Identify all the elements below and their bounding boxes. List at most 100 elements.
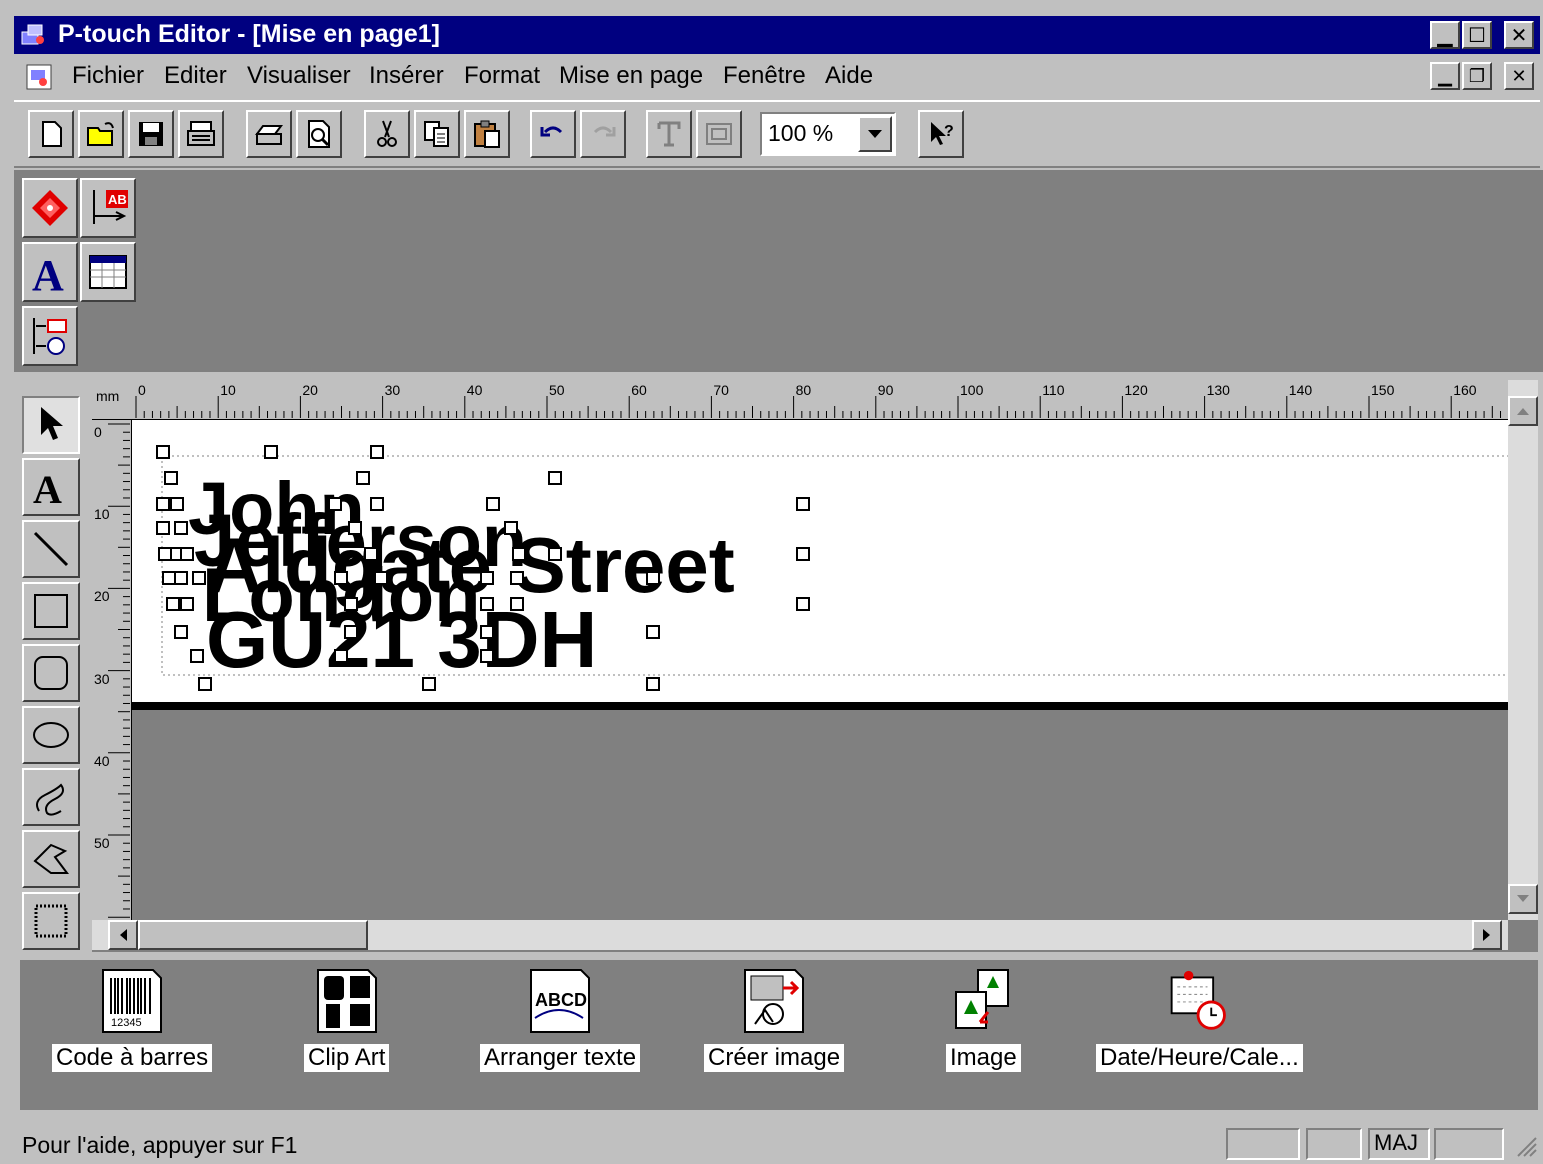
paste-button[interactable] <box>464 110 510 158</box>
menu-visualiser[interactable]: Visualiser <box>247 62 351 90</box>
menu-aide[interactable]: Aide <box>825 62 873 90</box>
frame-tool[interactable] <box>22 892 80 950</box>
vertical-scrollbar[interactable] <box>1508 380 1538 920</box>
selection-handle[interactable] <box>370 445 384 459</box>
doc-restore-button[interactable]: ❐ <box>1462 62 1492 90</box>
frame-button[interactable] <box>696 110 742 158</box>
scroll-left-button[interactable] <box>108 920 138 950</box>
rectangle-tool[interactable] <box>22 582 80 640</box>
menu-mise-en-page[interactable]: Mise en page <box>559 62 703 90</box>
selection-handle[interactable] <box>480 625 494 639</box>
rounded-rectangle-tool[interactable] <box>22 644 80 702</box>
selection-handle[interactable] <box>164 471 178 485</box>
palette-clipart[interactable]: Clip Art <box>304 966 390 1072</box>
selection-handle[interactable] <box>156 497 170 511</box>
selection-handle[interactable] <box>480 649 494 663</box>
selection-handle[interactable] <box>192 571 206 585</box>
selection-handle[interactable] <box>198 677 212 691</box>
print-setup-button[interactable] <box>178 110 224 158</box>
save-button[interactable] <box>128 110 174 158</box>
ellipse-tool[interactable] <box>22 706 80 764</box>
polygon-tool[interactable] <box>22 830 80 888</box>
selection-handle[interactable] <box>548 547 562 561</box>
selection-handle[interactable] <box>180 547 194 561</box>
open-button[interactable] <box>78 110 124 158</box>
selection-handle[interactable] <box>548 471 562 485</box>
text-tool[interactable]: A <box>22 458 80 516</box>
selection-handle[interactable] <box>170 497 184 511</box>
text-frame-button[interactable] <box>646 110 692 158</box>
maximize-button[interactable]: ☐ <box>1462 21 1492 49</box>
selection-handle[interactable] <box>156 521 170 535</box>
scroll-down-button[interactable] <box>1508 884 1538 914</box>
palette-image[interactable]: Image <box>946 966 1021 1072</box>
selection-handle[interactable] <box>180 597 194 611</box>
selection-handle[interactable] <box>646 625 660 639</box>
selection-handle[interactable] <box>174 625 188 639</box>
print-preview-button[interactable] <box>296 110 342 158</box>
menu-format[interactable]: Format <box>464 62 540 90</box>
scroll-right-button[interactable] <box>1472 920 1502 950</box>
palette-arrange-text[interactable]: ABCD Arranger texte <box>480 966 641 1072</box>
palette-date-time[interactable]: Date/Heure/Cale... <box>1096 966 1303 1072</box>
scroll-up-button[interactable] <box>1508 396 1538 426</box>
selection-handle[interactable] <box>422 677 436 691</box>
cut-button[interactable] <box>364 110 410 158</box>
selection-handle[interactable] <box>480 571 494 585</box>
selection-handle[interactable] <box>348 521 362 535</box>
doc-minimize-button[interactable]: ▁ <box>1430 62 1460 90</box>
selection-handle[interactable] <box>646 571 660 585</box>
line-tool[interactable] <box>22 520 80 578</box>
selection-handle[interactable] <box>356 471 370 485</box>
table-property-button[interactable] <box>80 242 136 302</box>
doc-close-button[interactable]: ✕ <box>1504 62 1534 90</box>
menu-inserer[interactable]: Insérer <box>369 62 444 90</box>
close-button[interactable]: ✕ <box>1504 21 1534 49</box>
selection-handle[interactable] <box>512 547 526 561</box>
menu-fichier[interactable]: Fichier <box>72 62 144 90</box>
copy-button[interactable] <box>414 110 460 158</box>
horizontal-scrollbar[interactable] <box>92 920 1508 950</box>
selection-handle[interactable] <box>646 677 660 691</box>
palette-create-image[interactable]: Créer image <box>704 966 845 1072</box>
label-line-5[interactable]: GU21 3DH <box>206 600 597 680</box>
workspace[interactable]: mm 0 10 20 30 40 50 60 70 80 90 100 110 120 130 140 150… <box>92 380 1538 952</box>
help-pointer-button[interactable]: ? <box>918 110 964 158</box>
selection-handle[interactable] <box>796 497 810 511</box>
align-property-button[interactable] <box>22 306 78 366</box>
undo-button[interactable] <box>530 110 576 158</box>
label-property-button[interactable] <box>22 178 78 238</box>
selection-handle[interactable] <box>486 497 500 511</box>
selection-handle[interactable] <box>334 649 348 663</box>
selection-handle[interactable] <box>344 597 358 611</box>
zoom-dropdown-button[interactable] <box>858 116 892 152</box>
selection-handle[interactable] <box>504 521 518 535</box>
layout-property-button[interactable]: AB <box>80 178 136 238</box>
font-property-button[interactable]: A <box>22 242 78 302</box>
selection-handle[interactable] <box>334 571 348 585</box>
freehand-tool[interactable] <box>22 768 80 826</box>
palette-barcode[interactable]: 12345 Code à barres <box>52 966 213 1072</box>
selection-handle[interactable] <box>364 547 378 561</box>
selection-handle[interactable] <box>174 521 188 535</box>
menu-fenetre[interactable]: Fenêtre <box>723 62 806 90</box>
minimize-button[interactable]: ▁ <box>1430 21 1460 49</box>
selection-handle[interactable] <box>264 445 278 459</box>
menu-editer[interactable]: Editer <box>164 62 227 90</box>
resize-grip-icon[interactable] <box>1514 1134 1538 1158</box>
horizontal-scroll-thumb[interactable] <box>138 920 368 950</box>
print-button[interactable] <box>246 110 292 158</box>
selection-handle[interactable] <box>796 597 810 611</box>
select-tool[interactable] <box>22 396 80 454</box>
label-canvas[interactable]: John Jefferson Aldgate Street London GU2… <box>132 420 1508 710</box>
selection-handle[interactable] <box>328 497 342 511</box>
selection-handle[interactable] <box>190 649 204 663</box>
selection-handle[interactable] <box>480 597 494 611</box>
selection-handle[interactable] <box>374 571 388 585</box>
selection-handle[interactable] <box>156 445 170 459</box>
redo-button[interactable] <box>580 110 626 158</box>
selection-handle[interactable] <box>510 571 524 585</box>
selection-handle[interactable] <box>510 597 524 611</box>
zoom-select[interactable]: 100 % <box>760 112 896 156</box>
selection-handle[interactable] <box>344 625 358 639</box>
